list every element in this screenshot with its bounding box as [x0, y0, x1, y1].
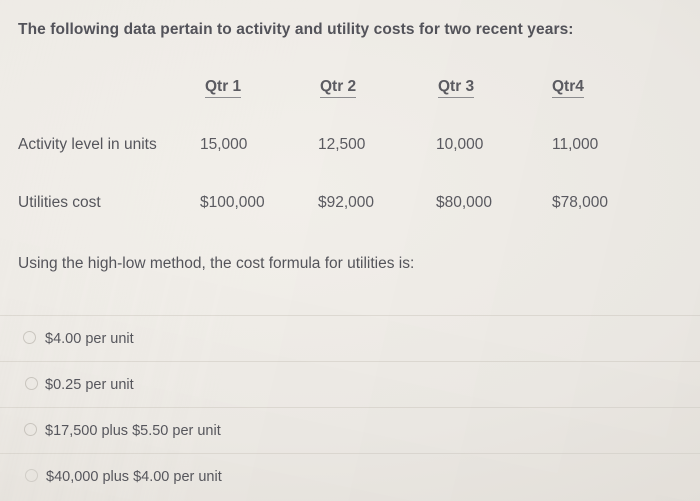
activity-level-qtr-3: 10,000	[436, 136, 484, 153]
data-table: Qtr 1 Qtr 2 Qtr 3 Qtr4 Activity level in…	[0, 78, 700, 252]
answer-option-4[interactable]: $40,000 plus $4.00 per unit	[0, 453, 700, 499]
activity-level-qtr-2: 12,500	[318, 136, 366, 153]
radio-button-icon[interactable]	[23, 331, 36, 344]
answer-option-label: $40,000 plus $4.00 per unit	[46, 468, 222, 485]
row-label-activity-level: Activity level in units	[18, 136, 157, 153]
utilities-cost-qtr-3: $80,000	[436, 194, 493, 211]
radio-button-icon[interactable]	[24, 423, 37, 436]
answer-options-list: $4.00 per unit $0.25 per unit $17,500 pl…	[0, 315, 700, 499]
column-header-qtr-3: Qtr 3	[438, 78, 475, 98]
column-header-qtr-2: Qtr 2	[320, 78, 357, 98]
activity-level-qtr-1: 15,000	[200, 136, 248, 153]
table-header-row: Qtr 1 Qtr 2 Qtr 3 Qtr4	[0, 78, 700, 136]
table-row: Utilities cost $100,000 $92,000 $80,000 …	[0, 194, 700, 252]
utilities-cost-qtr-2: $92,000	[318, 194, 375, 211]
activity-level-qtr-4: 11,000	[552, 136, 599, 153]
answer-option-3[interactable]: $17,500 plus $5.50 per unit	[0, 407, 700, 453]
question-page: The following data pertain to activity a…	[0, 0, 700, 501]
table-row: Activity level in units 15,000 12,500 10…	[0, 136, 700, 194]
question-text: Using the high-low method, the cost form…	[18, 255, 415, 272]
radio-button-icon[interactable]	[25, 469, 38, 482]
answer-option-label: $4.00 per unit	[45, 330, 134, 347]
column-header-qtr-1: Qtr 1	[205, 78, 242, 98]
answer-option-1[interactable]: $4.00 per unit	[0, 315, 700, 361]
utilities-cost-qtr-4: $78,000	[552, 194, 609, 211]
question-prompt: The following data pertain to activity a…	[18, 21, 574, 38]
answer-option-label: $17,500 plus $5.50 per unit	[45, 422, 221, 439]
answer-option-label: $0.25 per unit	[45, 376, 134, 393]
row-label-utilities-cost: Utilities cost	[18, 194, 101, 211]
column-header-qtr-4: Qtr4	[552, 78, 584, 98]
answer-option-2[interactable]: $0.25 per unit	[0, 361, 700, 407]
radio-button-icon[interactable]	[25, 377, 38, 390]
utilities-cost-qtr-1: $100,000	[200, 194, 265, 211]
